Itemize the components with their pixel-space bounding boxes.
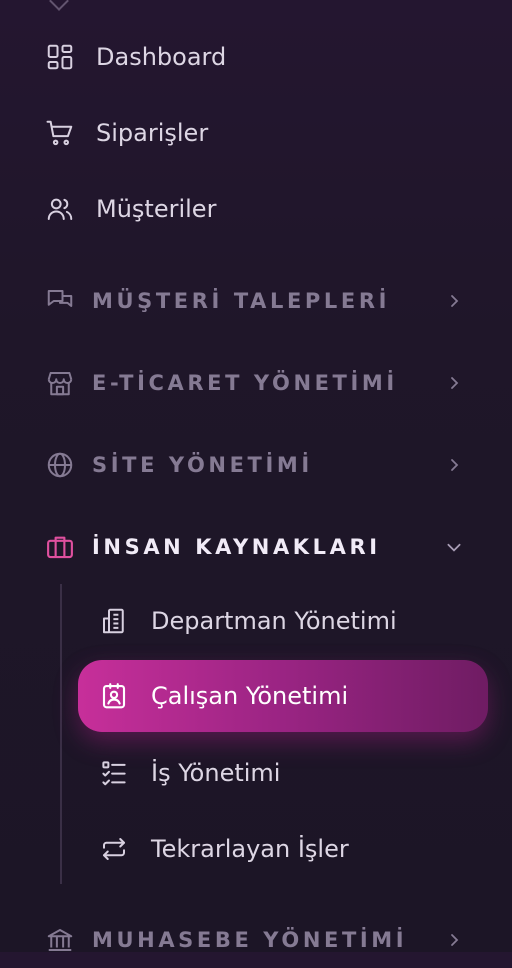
scroll-up-chevron-icon [49, 0, 69, 11]
nav-item-label: Siparişler [96, 119, 209, 147]
briefcase-icon [44, 531, 76, 563]
id-badge-icon [98, 680, 130, 712]
nav-section-customer-requests[interactable]: MÜŞTERİ TALEPLERİ [0, 273, 512, 329]
bank-icon [44, 924, 76, 956]
nav-section-human-resources[interactable]: İNSAN KAYNAKLARI [0, 519, 512, 575]
nav-item-orders[interactable]: Siparişler [0, 105, 512, 161]
nav-section-label: MÜŞTERİ TALEPLERİ [92, 289, 391, 313]
submenu-item-label: Tekrarlayan İşler [151, 835, 349, 863]
building-icon [98, 605, 130, 637]
chevron-right-icon [440, 451, 468, 479]
globe-icon [44, 449, 76, 481]
nav-section-accounting[interactable]: MUHASEBE YÖNETİMİ [0, 912, 512, 968]
dashboard-icon [44, 41, 76, 73]
nav-item-label: Müşteriler [96, 195, 217, 223]
nav-item-customers[interactable]: Müşteriler [0, 181, 512, 237]
submenu-item-task-management[interactable]: İş Yönetimi [0, 745, 512, 801]
store-icon [44, 367, 76, 399]
submenu-item-department-management[interactable]: Departman Yönetimi [0, 593, 512, 649]
chevron-right-icon [440, 287, 468, 315]
nav-section-label: İNSAN KAYNAKLARI [92, 535, 381, 559]
chevron-right-icon [440, 926, 468, 954]
nav-section-site-management[interactable]: SİTE YÖNETİMİ [0, 437, 512, 493]
nav-section-label: SİTE YÖNETİMİ [92, 453, 313, 477]
users-icon [44, 193, 76, 225]
nav-item-label: Dashboard [96, 43, 227, 71]
checklist-icon [98, 757, 130, 789]
chat-icon [44, 285, 76, 317]
submenu-item-label: Departman Yönetimi [151, 607, 397, 635]
chevron-down-icon [440, 533, 468, 561]
nav-section-label: MUHASEBE YÖNETİMİ [92, 928, 408, 952]
cart-icon [44, 117, 76, 149]
repeat-icon [98, 833, 130, 865]
chevron-right-icon [440, 369, 468, 397]
nav-section-ecommerce[interactable]: E-TİCARET YÖNETİMİ [0, 355, 512, 411]
submenu-item-recurring-tasks[interactable]: Tekrarlayan İşler [0, 821, 512, 877]
submenu-item-label: İş Yönetimi [151, 759, 281, 787]
submenu-item-employee-management[interactable]: Çalışan Yönetimi [0, 668, 512, 724]
nav-section-label: E-TİCARET YÖNETİMİ [92, 371, 398, 395]
nav-item-dashboard[interactable]: Dashboard [0, 29, 512, 85]
submenu-item-label: Çalışan Yönetimi [151, 682, 349, 710]
